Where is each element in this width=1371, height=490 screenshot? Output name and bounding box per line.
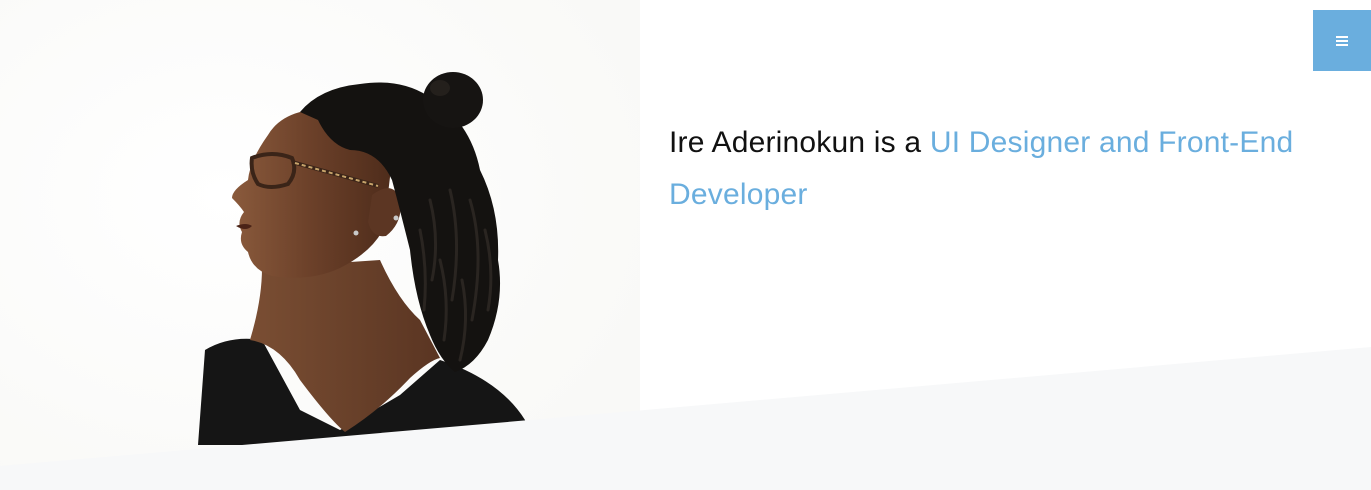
- menu-button[interactable]: [1313, 10, 1371, 71]
- slanted-divider: [0, 347, 1371, 490]
- intro-name-text: Ire Aderinokun is a: [669, 126, 930, 159]
- page: Ire Aderinokun is a UI Designer and Fron…: [0, 0, 1371, 490]
- hamburger-menu-icon: [1336, 35, 1348, 46]
- intro-headline: Ire Aderinokun is a UI Designer and Fron…: [669, 117, 1349, 221]
